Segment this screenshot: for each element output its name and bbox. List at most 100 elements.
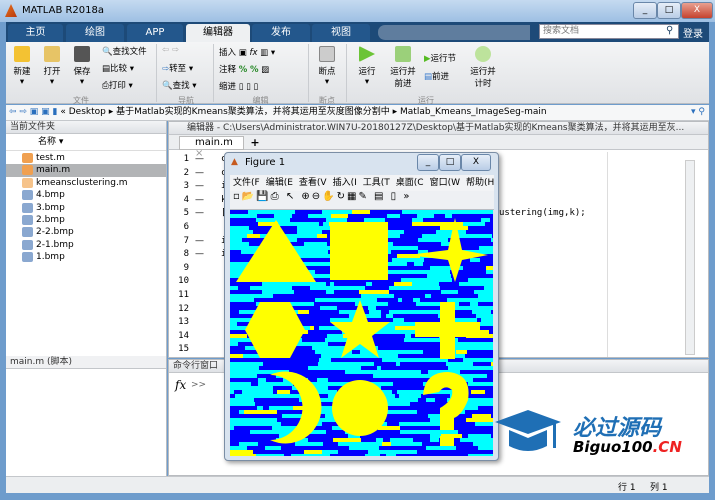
line-number: 5: [183, 208, 189, 219]
search-docs-input[interactable]: 搜索文档: [539, 24, 679, 39]
insert-button[interactable]: 插入 ▣ fx ▥ ▾: [219, 46, 275, 58]
breakpoint-marker[interactable]: —: [195, 168, 204, 178]
noise-band: [472, 414, 491, 418]
figure-menu-item[interactable]: 文件(F: [233, 178, 260, 188]
figure-menu-item[interactable]: 窗口(W: [430, 178, 460, 188]
minimize-button[interactable]: _: [633, 2, 657, 19]
noise-band: [345, 370, 372, 374]
file-item[interactable]: 2-1.bmp: [6, 239, 166, 251]
run-section-button[interactable]: ▶运行节: [424, 52, 456, 64]
figure-menu-item[interactable]: 查看(V: [299, 178, 327, 188]
breakpoint-marker[interactable]: —: [195, 236, 204, 246]
breakpoint-marker[interactable]: —: [195, 208, 204, 218]
tab-main-m[interactable]: main.m ×: [179, 136, 244, 159]
breakpoint-marker[interactable]: —: [195, 195, 204, 205]
breakpoint-marker[interactable]: —: [195, 181, 204, 191]
breakpoint-marker[interactable]: —: [195, 249, 204, 259]
breadcrumb-folder[interactable]: Matlab_Kmeans_ImageSeg-main: [400, 107, 547, 117]
watermark-en: Biguo100.CN: [573, 438, 682, 456]
noise-band: [492, 418, 493, 422]
open-button[interactable]: 打开 ▾: [40, 46, 64, 87]
goto-button[interactable]: ⇨转至 ▾: [162, 62, 193, 74]
figure-menu-item[interactable]: 帮助(H: [466, 178, 494, 188]
vertical-scrollbar[interactable]: [685, 160, 695, 355]
figure-minimize-button[interactable]: _: [417, 154, 439, 171]
quick-access-toolbar[interactable]: [378, 25, 530, 40]
file-item[interactable]: 3.bmp: [6, 202, 166, 214]
add-tab-button[interactable]: +: [247, 136, 263, 150]
column-header-name[interactable]: 名称 ▾: [6, 134, 166, 151]
figure-menu-item[interactable]: 桌面(C: [396, 178, 424, 188]
figure-toolbar[interactable]: ▫📂💾⎙ ↖ ⊕⊖✋↻▦✎ ▤ ▯ »: [230, 191, 494, 210]
find-button[interactable]: 🔍查找 ▾: [162, 79, 197, 91]
line-number: 6: [183, 222, 189, 232]
shape-question-dot: [440, 436, 454, 446]
noise-band: [230, 322, 237, 326]
noise-band: [418, 338, 436, 342]
noise-band: [308, 214, 331, 218]
breakpoints-button[interactable]: 断点 ▾: [312, 46, 342, 87]
address-bar[interactable]: ⇦ ⇨ ▣ ▣ ▮ « Desktop ▸ 基于Matlab实现的Kmeans聚…: [6, 105, 709, 121]
tab-apps[interactable]: APP: [127, 24, 183, 42]
noise-band: [230, 226, 249, 230]
compare-button[interactable]: ▤比较 ▾: [102, 62, 134, 74]
figure-close-button[interactable]: X: [461, 154, 491, 171]
figure-maximize-button[interactable]: □: [439, 154, 461, 171]
search-icon[interactable]: ⚲: [666, 25, 673, 36]
noise-band: [471, 298, 493, 302]
comment-button[interactable]: 注释 % % ▨: [219, 63, 269, 75]
breadcrumb-desktop[interactable]: Desktop: [69, 107, 106, 117]
maximize-button[interactable]: □: [657, 2, 681, 19]
breadcrumb-project[interactable]: 基于Matlab实现的Kmeans聚类算法，并将其运用至灰度图像分割中: [116, 107, 390, 117]
noise-band: [421, 278, 452, 282]
figure-window[interactable]: ▲ Figure 1 _ □ X 文件(F 编辑(E 查看(V 插入(I 工具(T 桌面(…: [224, 152, 499, 461]
print-button[interactable]: ⎙打印 ▾: [102, 79, 133, 91]
noise-band: [311, 454, 330, 456]
back-forward-icon[interactable]: ⇦ ⇨ ▣ ▣ ▮: [6, 107, 58, 117]
new-button[interactable]: 新建 ▾: [10, 46, 34, 87]
noise-band: [396, 362, 400, 366]
noise-band: [380, 330, 385, 334]
run-and-advance-button[interactable]: 运行并 前进: [386, 46, 420, 89]
figure-tool-icons[interactable]: ▫📂💾⎙ ↖ ⊕⊖✋↻▦✎ ▤ ▯ »: [230, 191, 411, 202]
find-files-button[interactable]: 🔍查找文件: [102, 45, 147, 57]
noise-band: [486, 270, 493, 274]
noise-band: [475, 422, 493, 426]
file-item[interactable]: 4.bmp: [6, 189, 166, 201]
noise-band: [478, 294, 484, 298]
noise-band: [230, 334, 247, 338]
figure-menu-item[interactable]: 插入(I: [333, 178, 357, 188]
file-item[interactable]: 2.bmp: [6, 214, 166, 226]
tab-view[interactable]: 视图: [312, 24, 370, 42]
file-item[interactable]: kmeansclustering.m: [6, 177, 166, 189]
tab-plots[interactable]: 绘图: [66, 24, 124, 42]
noise-band: [305, 250, 311, 254]
indent-button[interactable]: 缩进 ▯ ▯ ▯: [219, 80, 258, 92]
noise-band: [230, 366, 259, 370]
file-item[interactable]: 2-2.bmp: [6, 226, 166, 238]
login-link[interactable]: 登录: [683, 25, 703, 40]
fx-icon[interactable]: fx: [175, 378, 186, 392]
noise-band: [442, 210, 475, 214]
file-item[interactable]: 1.bmp: [6, 251, 166, 263]
breakpoint-marker[interactable]: —: [195, 154, 204, 164]
run-and-time-button[interactable]: 运行并 计时: [466, 46, 500, 89]
noise-band: [239, 442, 258, 446]
tab-editor[interactable]: 编辑器: [186, 24, 250, 42]
tab-home[interactable]: 主页: [8, 24, 63, 42]
file-item[interactable]: main.m: [6, 164, 166, 177]
noise-band: [399, 450, 417, 454]
close-button[interactable]: X: [681, 2, 713, 19]
figure-menu-item[interactable]: 编辑(E: [266, 178, 293, 188]
tab-publish[interactable]: 发布: [252, 24, 310, 42]
noise-band: [482, 234, 492, 238]
save-button[interactable]: 保存 ▾: [70, 46, 94, 87]
advance-button[interactable]: ▤前进: [424, 70, 449, 82]
run-button[interactable]: 运行 ▾: [352, 46, 382, 87]
file-item[interactable]: test.m: [6, 152, 166, 164]
search-icon[interactable]: ▾ ⚲: [691, 105, 705, 120]
noise-band: [430, 286, 440, 290]
command-prompt: >>: [191, 380, 207, 390]
noise-band: [297, 226, 321, 230]
figure-menu-item[interactable]: 工具(T: [363, 178, 390, 188]
